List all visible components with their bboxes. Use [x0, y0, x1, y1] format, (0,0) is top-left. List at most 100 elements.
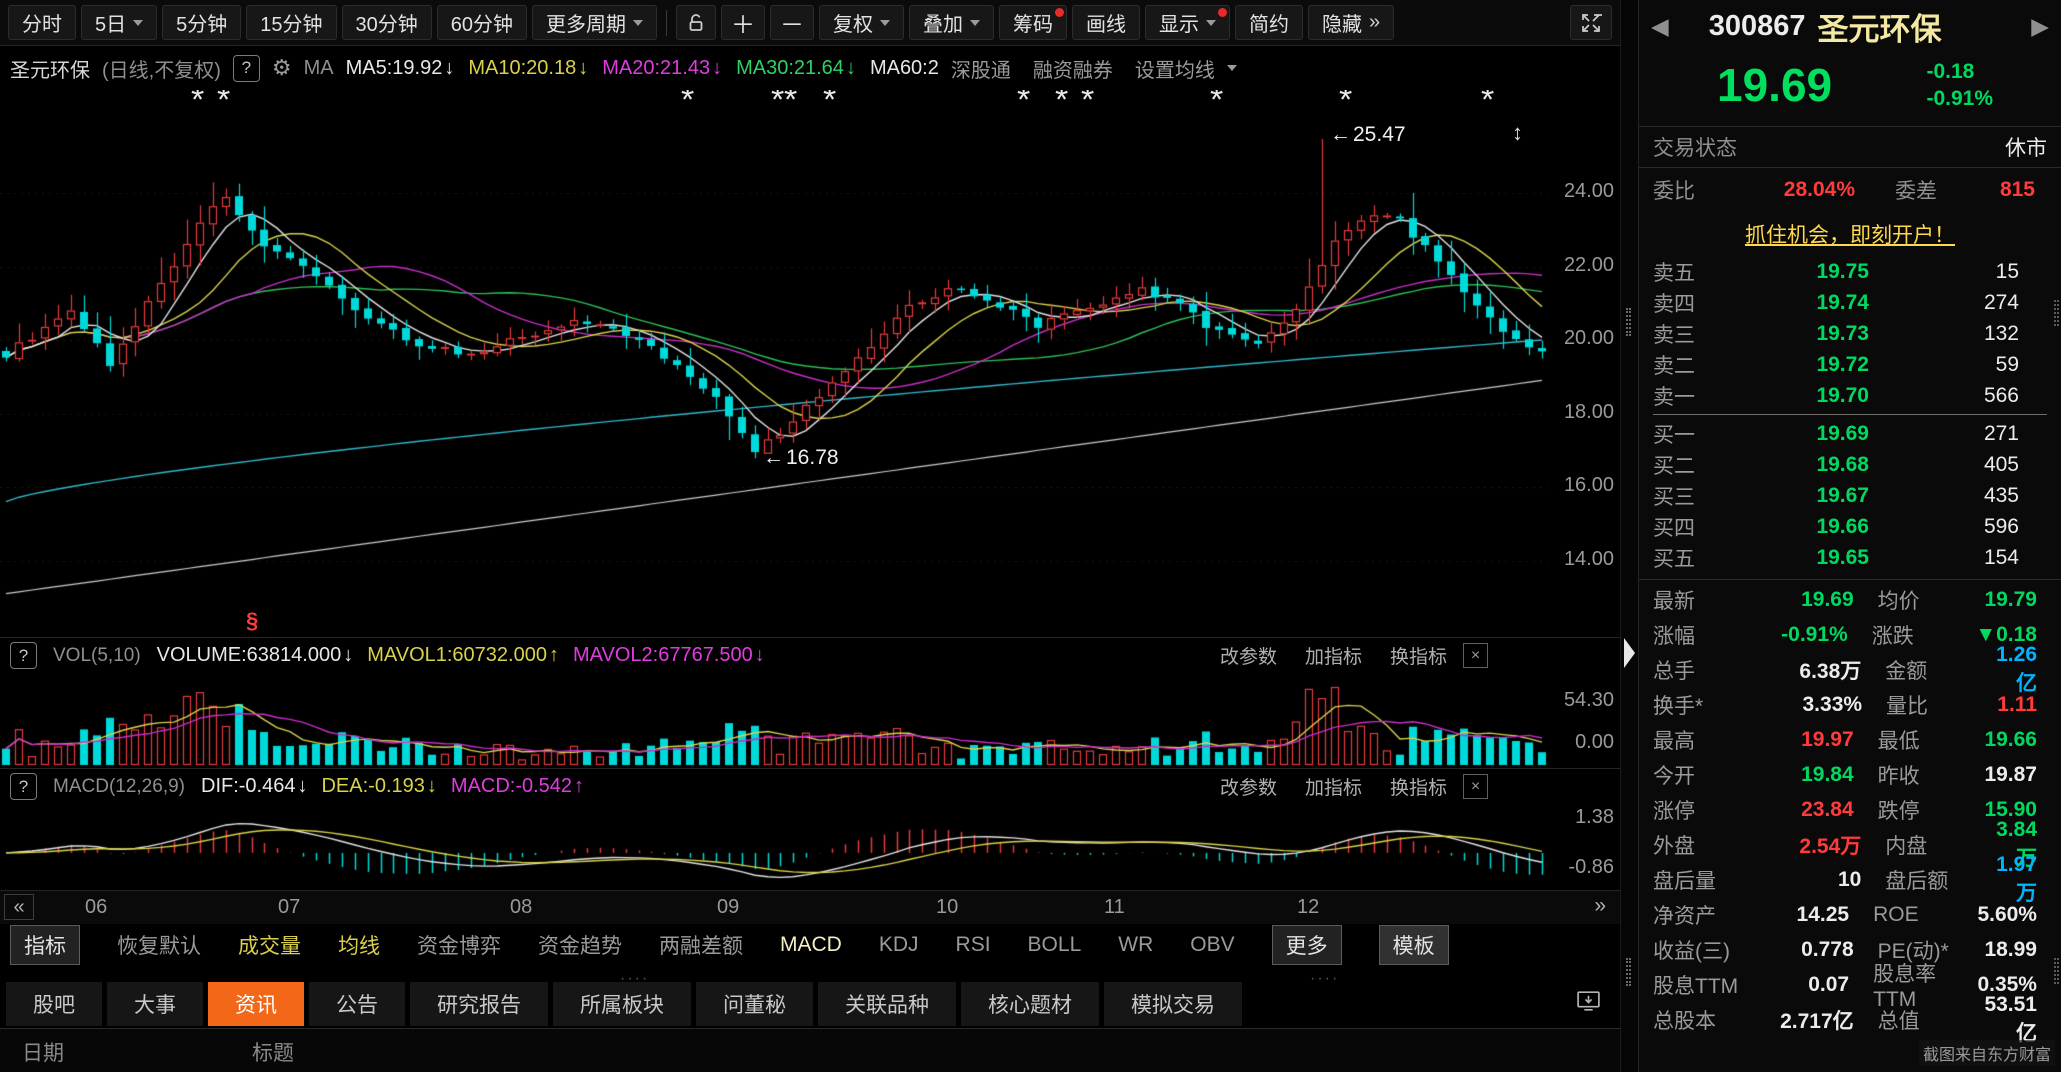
indicator-tab[interactable]: BOLL — [1028, 933, 1082, 957]
edge-grip[interactable] — [2054, 958, 2059, 984]
event-star-icon[interactable]: * — [1210, 90, 1223, 112]
tool-button[interactable]: 画线 — [1072, 5, 1140, 40]
scale-drag-icon[interactable]: ↕ — [1512, 120, 1523, 146]
gear-icon[interactable]: ⚙ — [272, 55, 292, 81]
indicator-tab[interactable]: 资金博弈 — [417, 930, 501, 960]
vol-action-link[interactable]: 换指标 — [1390, 642, 1447, 669]
event-star-icon[interactable]: * — [217, 90, 230, 112]
event-star-icon[interactable]: * — [1339, 90, 1352, 112]
period-button[interactable]: 60分钟 — [437, 5, 527, 40]
event-star-icon[interactable]: * — [771, 90, 784, 112]
indicator-tab[interactable]: 恢复默认 — [117, 930, 201, 960]
candlestick-canvas[interactable] — [0, 90, 1548, 637]
event-star-icon[interactable]: * — [1055, 90, 1068, 112]
fullscreen-button[interactable] — [1570, 5, 1612, 40]
tool-button[interactable]: 筹码 — [999, 5, 1067, 40]
vol-action-link[interactable]: 改参数 — [1220, 642, 1277, 669]
main-candlestick-chart[interactable]: 24.0022.0020.0018.0016.0014.00 ←25.47←16… — [0, 90, 1620, 637]
bottom-nav-tab[interactable]: 大事 — [107, 982, 203, 1026]
period-button[interactable]: 15分钟 — [246, 5, 336, 40]
macd-action-link[interactable]: 改参数 — [1220, 773, 1277, 800]
next-stock-arrow[interactable]: ▶ — [2031, 13, 2049, 40]
bottom-nav-tab[interactable]: 股吧 — [6, 982, 102, 1026]
macd-chart[interactable]: 1.38 -0.86 — [0, 804, 1620, 890]
zoom-in-button[interactable]: ＋ — [721, 5, 765, 40]
drag-grip[interactable]: ···· — [1310, 970, 1339, 988]
indicator-tab[interactable]: KDJ — [879, 933, 919, 957]
bottom-nav-tab[interactable]: 问董秘 — [696, 982, 813, 1026]
volume-actions: 改参数 加指标 换指标 — [1220, 642, 1447, 669]
zoom-out-button[interactable]: － — [770, 5, 814, 40]
bottom-nav-tab[interactable]: 所属板块 — [553, 982, 691, 1026]
tool-button[interactable]: 显示 — [1145, 5, 1230, 40]
close-icon[interactable]: × — [1463, 643, 1488, 668]
macd-canvas[interactable] — [0, 804, 1548, 890]
help-icon[interactable]: ? — [10, 773, 37, 800]
tool-button[interactable]: 叠加 — [909, 5, 994, 40]
tool-button[interactable]: 简约 — [1235, 5, 1303, 40]
bottom-nav-tab[interactable]: 公告 — [309, 982, 405, 1026]
event-star-icon[interactable]: * — [1017, 90, 1030, 112]
open-account-ad-link[interactable]: 抓住机会，即刻开户！ — [1745, 219, 1955, 249]
close-icon[interactable]: × — [1463, 774, 1488, 799]
ma-header-link[interactable]: 融资融券 — [1033, 54, 1113, 83]
vol-action-link[interactable]: 加指标 — [1305, 642, 1362, 669]
indicator-tab[interactable]: 资金趋势 — [538, 930, 622, 960]
divider-grip[interactable] — [1626, 958, 1631, 986]
scroll-left-button[interactable]: « — [4, 894, 34, 920]
macd-action-link[interactable]: 加指标 — [1305, 773, 1362, 800]
period-button[interactable]: 更多周期 — [532, 5, 657, 40]
event-star-icon[interactable]: * — [1481, 90, 1494, 112]
book-level-label: 买五 — [1653, 543, 1719, 573]
unlock-button[interactable] — [676, 5, 716, 40]
bottom-nav-tab[interactable]: 核心题材 — [961, 982, 1099, 1026]
tool-button[interactable]: 复权 — [819, 5, 904, 40]
edge-grip[interactable] — [2054, 300, 2059, 326]
stat-value: 1.97万 — [1996, 853, 2047, 907]
indicator-tab[interactable]: 成交量 — [238, 930, 301, 960]
indicator-tab[interactable]: 指标 — [10, 925, 80, 965]
indicator-tab[interactable]: 均线 — [338, 930, 380, 960]
event-star-icon[interactable]: * — [191, 90, 204, 112]
collapse-panel-arrow-icon[interactable] — [1624, 638, 1635, 668]
event-star-icon[interactable]: * — [784, 90, 797, 112]
event-star-icon[interactable]: * — [1081, 90, 1094, 112]
ma-header-link[interactable]: 深股通 — [951, 54, 1011, 83]
order-book-row: 卖三19.73132 — [1653, 318, 2047, 349]
period-button[interactable]: 30分钟 — [342, 5, 432, 40]
macd-action-link[interactable]: 换指标 — [1390, 773, 1447, 800]
bottom-nav-tab[interactable]: 资讯 — [208, 982, 304, 1026]
event-star-icon[interactable]: * — [823, 90, 836, 112]
panel-divider[interactable] — [1620, 0, 1638, 1072]
drag-grip[interactable]: ···· — [620, 970, 649, 988]
news-window-button[interactable] — [1575, 988, 1602, 1020]
stat-label: 量比 — [1886, 690, 1997, 720]
indicator-tab[interactable]: 更多 — [1272, 925, 1342, 965]
volume-canvas[interactable] — [0, 673, 1548, 768]
indicator-tab[interactable]: WR — [1118, 933, 1153, 957]
dividend-mark-icon[interactable]: § — [246, 608, 258, 634]
divider-grip[interactable] — [1626, 308, 1631, 336]
indicator-tab[interactable]: OBV — [1190, 933, 1234, 957]
indicator-tab[interactable]: RSI — [956, 933, 991, 957]
scroll-right-button[interactable]: » — [1594, 894, 1606, 918]
bottom-nav-tab[interactable]: 研究报告 — [410, 982, 548, 1026]
indicator-tab[interactable]: 模板 — [1379, 925, 1449, 965]
period-button[interactable]: 分时 — [8, 5, 76, 40]
ma-header-link[interactable]: 设置均线 — [1135, 54, 1215, 83]
bottom-nav-tab[interactable]: 关联品种 — [818, 982, 956, 1026]
caret-down-icon — [1227, 65, 1237, 71]
indicator-tab[interactable]: MACD — [780, 933, 842, 957]
period-button[interactable]: 5日 — [81, 5, 157, 40]
stat-value: 1.26亿 — [1996, 643, 2047, 697]
prev-stock-arrow[interactable]: ◀ — [1651, 13, 1669, 40]
volume-chart[interactable]: 54.30 0.00 — [0, 673, 1620, 768]
indicator-tab[interactable]: 两融差额 — [659, 930, 743, 960]
event-star-icon[interactable]: * — [681, 90, 694, 112]
tool-button[interactable]: 隐藏» — [1308, 5, 1394, 40]
bottom-nav-tab[interactable]: 模拟交易 — [1104, 982, 1242, 1026]
period-button[interactable]: 5分钟 — [162, 5, 241, 40]
help-icon[interactable]: ? — [233, 55, 260, 82]
help-icon[interactable]: ? — [10, 642, 37, 669]
macd-value: MACD:-0.542↑ — [451, 775, 584, 798]
